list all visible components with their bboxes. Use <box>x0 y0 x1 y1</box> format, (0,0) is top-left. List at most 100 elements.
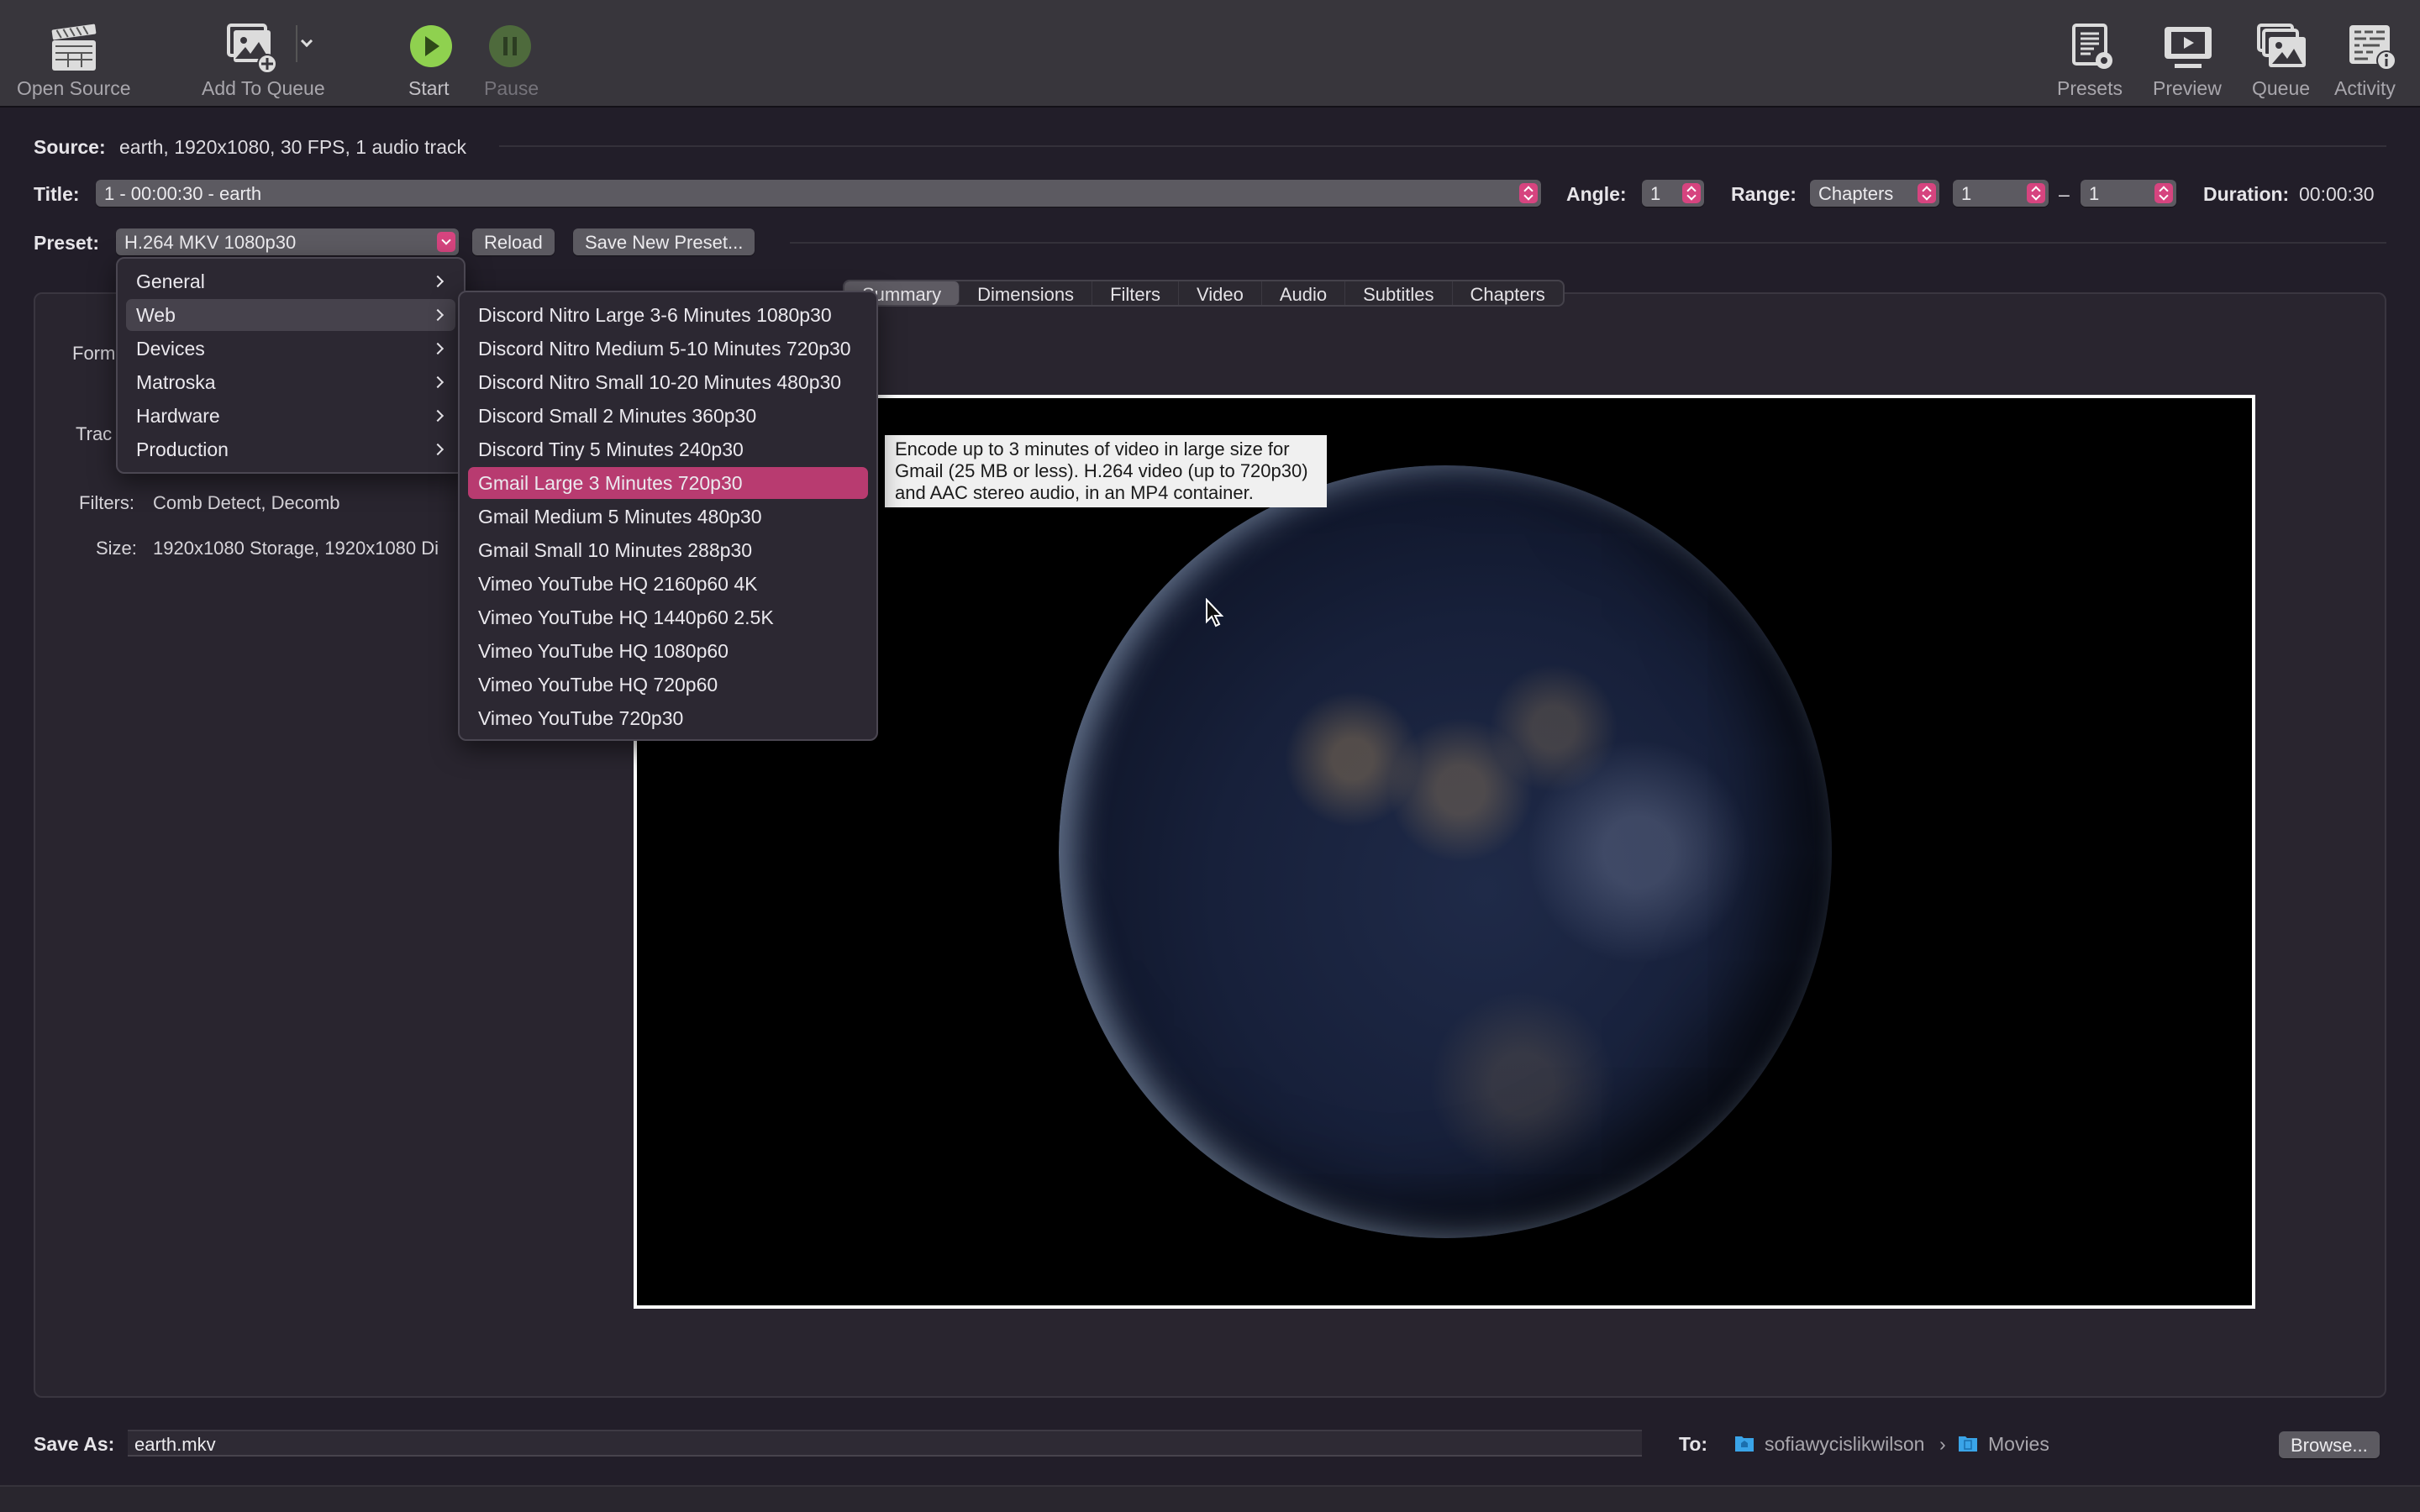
presets-icon <box>2072 24 2112 69</box>
size-value: 1920x1080 Storage, 1920x1080 Di <box>153 538 439 559</box>
format-label: Form <box>72 343 116 364</box>
preset-item[interactable]: Discord Small 2 Minutes 360p30 <box>468 400 868 432</box>
add-to-queue-label: Add To Queue <box>202 77 325 99</box>
preset-item[interactable]: Gmail Medium 5 Minutes 480p30 <box>468 501 868 533</box>
menu-item-label: Web <box>136 304 176 326</box>
add-to-queue-icon <box>227 24 277 74</box>
mouse-cursor-icon <box>1206 598 1224 627</box>
menu-item-label: Production <box>136 438 229 460</box>
chevron-right-icon <box>431 308 445 322</box>
start-label: Start <box>408 77 450 99</box>
tab-chapters[interactable]: Chapters <box>1453 281 1563 305</box>
range-start-select[interactable]: 1 <box>1953 180 2049 207</box>
preset-description-tooltip: Encode up to 3 minutes of video in large… <box>885 435 1327 507</box>
menu-item-label: Hardware <box>136 405 220 427</box>
menu-item-label: General <box>136 270 205 292</box>
chevron-right-icon <box>431 375 445 389</box>
preset-label: Preset: <box>34 232 99 254</box>
range-type-value: Chapters <box>1818 183 1894 204</box>
preset-item[interactable]: Vimeo YouTube HQ 720p60 <box>468 669 868 701</box>
angle-stepper-icon <box>1682 183 1701 203</box>
preset-item[interactable]: Vimeo YouTube HQ 1080p60 <box>468 635 868 667</box>
movies-folder-icon <box>1959 1436 1977 1452</box>
save-as-label: Save As: <box>34 1433 115 1455</box>
web-presets-submenu: Discord Nitro Large 3-6 Minutes 1080p30 … <box>458 291 878 741</box>
presets-button[interactable]: Presets <box>2057 0 2128 108</box>
pause-label: Pause <box>484 77 539 99</box>
path-user-folder[interactable]: sofiawycislikwilson <box>1765 1433 1924 1456</box>
pause-icon <box>489 25 531 67</box>
activity-log-icon <box>2349 25 2396 71</box>
tab-dimensions[interactable]: Dimensions <box>960 281 1093 305</box>
angle-select[interactable]: 1 <box>1642 180 1704 207</box>
range-start-stepper-icon <box>2027 183 2045 203</box>
preset-item[interactable]: Gmail Small 10 Minutes 288p30 <box>468 534 868 566</box>
toolbar: Open Source Add To Queue Start Pause Pre… <box>0 0 2420 108</box>
tab-bar: Summary Dimensions Filters Video Audio S… <box>843 280 1565 307</box>
start-button[interactable]: Start <box>408 0 455 108</box>
title-select-stepper-icon <box>1519 183 1538 203</box>
menu-item-hardware[interactable]: Hardware <box>126 400 455 432</box>
preset-item[interactable]: Discord Nitro Large 3-6 Minutes 1080p30 <box>468 299 868 331</box>
range-end-value: 1 <box>2089 183 2100 204</box>
menu-item-label: Matroska <box>136 371 216 393</box>
range-end-select[interactable]: 1 <box>2081 180 2176 207</box>
menu-item-general[interactable]: General <box>126 265 455 297</box>
preset-item[interactable]: Vimeo YouTube 720p30 <box>468 702 868 734</box>
reload-button[interactable]: Reload <box>472 228 555 255</box>
home-folder-icon <box>1735 1436 1754 1452</box>
preset-select[interactable]: H.264 MKV 1080p30 <box>116 228 459 255</box>
queue-stack-icon <box>2257 24 2306 67</box>
chevron-right-icon <box>431 342 445 355</box>
title-select[interactable]: 1 - 00:00:30 - earth <box>96 180 1541 207</box>
menu-item-label: Devices <box>136 338 205 360</box>
preset-select-value: H.264 MKV 1080p30 <box>124 232 297 253</box>
open-source-button[interactable]: Open Source <box>17 0 131 108</box>
range-label: Range: <box>1731 183 1797 205</box>
preset-item[interactable]: Vimeo YouTube HQ 1440p60 2.5K <box>468 601 868 633</box>
preview-label: Preview <box>2153 77 2222 99</box>
range-end-stepper-icon <box>2154 183 2173 203</box>
source-label: Source: <box>34 136 106 158</box>
tab-filters[interactable]: Filters <box>1092 281 1179 305</box>
source-divider <box>499 145 2386 147</box>
preset-item[interactable]: Discord Nitro Medium 5-10 Minutes 720p30 <box>468 333 868 365</box>
save-as-value: earth.mkv <box>134 1434 216 1455</box>
split-divider <box>296 25 297 62</box>
menu-item-web[interactable]: Web <box>126 299 455 331</box>
preset-item[interactable]: Vimeo YouTube HQ 2160p60 4K <box>468 568 868 600</box>
save-new-preset-button[interactable]: Save New Preset... <box>573 228 755 255</box>
path-movies-folder[interactable]: Movies <box>1988 1433 2049 1456</box>
menu-item-devices[interactable]: Devices <box>126 333 455 365</box>
activity-button[interactable]: Activity <box>2334 0 2405 108</box>
queue-button[interactable]: Queue <box>2252 0 2311 108</box>
pause-button[interactable]: Pause <box>484 0 539 108</box>
angle-label: Angle: <box>1566 183 1627 205</box>
chevron-right-icon <box>431 275 445 288</box>
duration-label: Duration: <box>2203 183 2290 205</box>
add-to-queue-button[interactable]: Add To Queue <box>202 0 333 108</box>
save-as-input[interactable]: earth.mkv <box>128 1430 1642 1457</box>
tracks-label: Trac <box>76 423 113 444</box>
preset-category-menu: General Web Devices Matroska Hardware Pr… <box>116 257 466 474</box>
chevron-down-icon[interactable] <box>300 34 313 48</box>
to-label: To: <box>1679 1433 1708 1455</box>
range-type-select[interactable]: Chapters <box>1810 180 1939 207</box>
range-separator: – <box>2059 183 2070 205</box>
tab-subtitles[interactable]: Subtitles <box>1345 281 1453 305</box>
preset-item[interactable]: Discord Nitro Small 10-20 Minutes 480p30 <box>468 366 868 398</box>
source-value: earth, 1920x1080, 30 FPS, 1 audio track <box>119 136 466 158</box>
title-label: Title: <box>34 183 80 205</box>
preset-item-selected[interactable]: Gmail Large 3 Minutes 720p30 <box>468 467 868 499</box>
preview-button[interactable]: Preview <box>2153 0 2223 108</box>
activity-label: Activity <box>2334 77 2396 99</box>
menu-item-matroska[interactable]: Matroska <box>126 366 455 398</box>
preset-item[interactable]: Discord Tiny 5 Minutes 240p30 <box>468 433 868 465</box>
menu-item-production[interactable]: Production <box>126 433 455 465</box>
browse-button[interactable]: Browse... <box>2279 1431 2380 1458</box>
chevron-down-icon <box>437 232 455 252</box>
tab-video[interactable]: Video <box>1179 281 1262 305</box>
tab-audio[interactable]: Audio <box>1262 281 1346 305</box>
filters-value: Comb Detect, Decomb <box>153 492 340 513</box>
clapperboard-icon <box>51 24 97 71</box>
